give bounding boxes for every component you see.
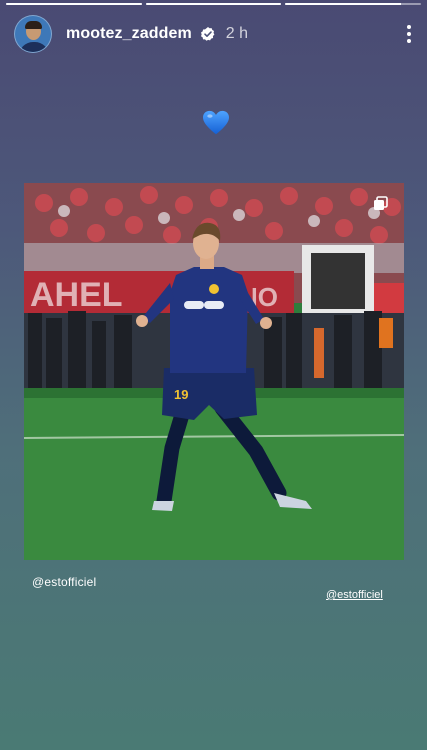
story-header: mootez_zaddem 2 h [14,14,413,54]
verified-badge-icon [200,27,215,41]
blue-heart-emoji[interactable] [202,110,230,136]
shared-post-image[interactable]: AHEL NO 19 [24,183,404,560]
story-progress-bar [6,3,422,5]
more-vertical-icon[interactable] [399,22,419,46]
progress-segment [6,3,142,5]
mention-sticker[interactable]: @estofficiel [326,589,383,601]
progress-segment [285,3,422,5]
avatar[interactable] [14,15,52,53]
username[interactable]: mootez_zaddem [66,25,192,43]
progress-segment [145,3,282,5]
stadium-banner-text: AHEL [30,276,123,314]
mention-text[interactable]: @estofficiel [32,575,96,589]
jersey-number: 19 [174,387,188,402]
time-ago: 2 h [225,25,249,42]
